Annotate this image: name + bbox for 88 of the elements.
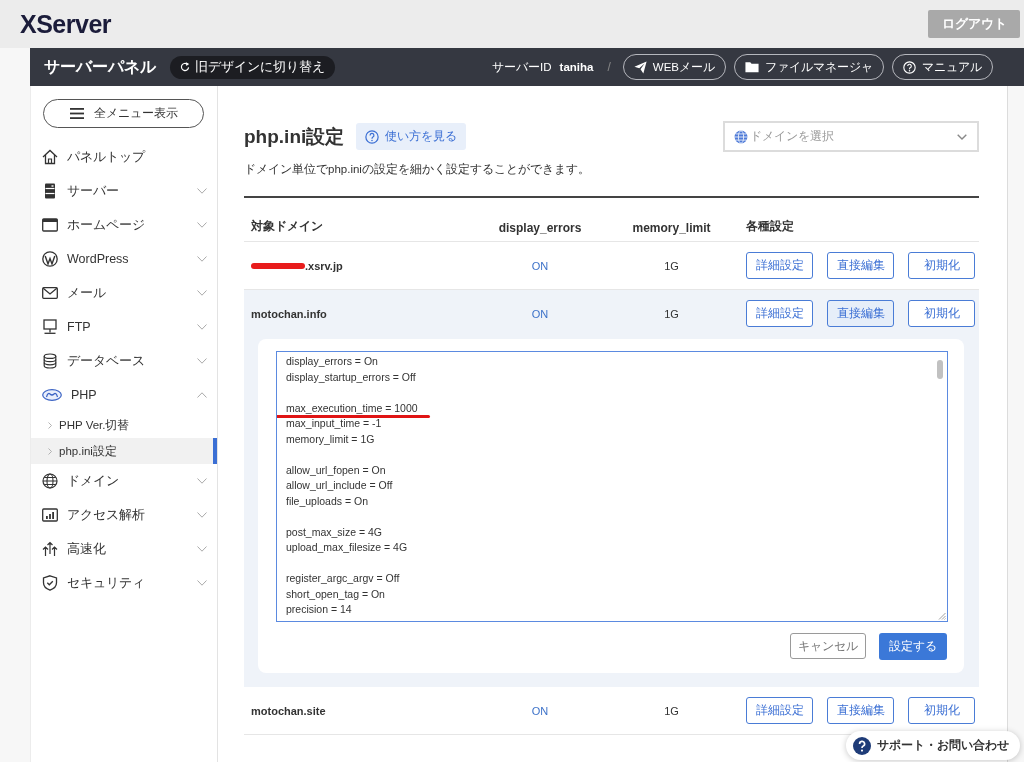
sidebar-item[interactable]: PHP xyxy=(31,378,217,412)
browser-window-icon xyxy=(42,217,58,233)
sidebar-item[interactable]: WordPress xyxy=(31,242,217,276)
server-icon xyxy=(42,183,58,199)
logo-circle-icon xyxy=(42,251,58,267)
chevron-right-icon xyxy=(48,421,52,429)
server-id-value: taniha xyxy=(559,61,594,73)
code-editor-field[interactable] xyxy=(276,351,948,622)
support-button[interactable]: サポート・お問い合わせ xyxy=(846,731,1020,760)
action-button[interactable]: 直接編集 xyxy=(827,252,894,279)
sidebar-item[interactable]: パネルトップ xyxy=(31,140,217,174)
display-errors-value: ON xyxy=(531,704,549,717)
column-header: display_errors xyxy=(498,221,582,235)
column-header: 対象ドメイン xyxy=(251,219,323,233)
globe-icon xyxy=(734,129,748,144)
memory-limit-value: 1G xyxy=(664,259,679,272)
oval-logo-icon xyxy=(42,389,62,401)
bar-chart-icon xyxy=(42,507,58,523)
envelope-icon xyxy=(42,285,58,301)
domain-name: motochan.info xyxy=(251,307,327,320)
display-errors-value: ON xyxy=(531,259,549,272)
folder-icon xyxy=(745,61,759,73)
refresh-icon xyxy=(180,62,190,72)
code-line: max_execution_time = 1000 xyxy=(286,400,418,416)
action-button[interactable]: 初期化 xyxy=(908,300,975,327)
page-description: ドメイン単位でphp.iniの設定を細かく設定することができます。 xyxy=(244,162,591,177)
code-line: display_errors = On xyxy=(286,354,378,369)
help-icon xyxy=(903,60,916,74)
menu-icon xyxy=(69,108,84,119)
sidebar-item[interactable]: FTP xyxy=(31,310,217,344)
database-icon xyxy=(42,353,58,369)
sidebar-item[interactable]: 高速化 xyxy=(31,532,217,566)
help-icon xyxy=(853,736,871,755)
design-switch-button[interactable]: 旧デザインに切り替え xyxy=(170,55,335,79)
sidebar-subitem[interactable]: PHP Ver.切替 xyxy=(31,412,217,438)
home-icon xyxy=(42,149,58,165)
paper-plane-icon xyxy=(633,60,647,74)
globe-icon xyxy=(42,473,58,489)
sidebar-item[interactable]: ドメイン xyxy=(31,464,217,498)
memory-limit-value: 1G xyxy=(664,704,679,717)
panel-title: サーバーパネル xyxy=(44,56,156,77)
code-line: upload_max_filesize = 4G xyxy=(286,540,408,555)
code-line: display_startup_errors = Off xyxy=(286,369,416,385)
action-button[interactable]: 直接編集 xyxy=(827,697,894,724)
resize-grip-icon[interactable] xyxy=(938,612,946,620)
sidebar-subitem[interactable]: php.ini設定 xyxy=(31,438,217,464)
code-line: allow_url_include = Off xyxy=(286,478,393,493)
action-button[interactable]: 詳細設定 xyxy=(746,300,813,327)
monitor-icon xyxy=(42,319,58,335)
server-id-label: サーバーID xyxy=(492,59,552,75)
code-line: register_argc_argv = Off xyxy=(286,571,400,586)
action-button[interactable]: 直接編集 xyxy=(827,300,894,327)
code-line: memory_limit = 1G xyxy=(286,431,375,447)
submit-button[interactable]: 設定する xyxy=(879,633,947,660)
column-header: memory_limit xyxy=(632,221,711,235)
page-title: php.ini設定 xyxy=(244,124,345,149)
display-errors-value: ON xyxy=(531,307,549,320)
sidebar-item[interactable]: データベース xyxy=(31,344,217,378)
action-button[interactable]: 初期化 xyxy=(908,697,975,724)
logo-text: XServer xyxy=(20,9,112,39)
cancel-button[interactable]: キャンセル xyxy=(790,633,866,659)
chevron-down-icon xyxy=(957,133,967,140)
sidebar-item[interactable]: メール xyxy=(31,276,217,310)
all-menu-button[interactable]: 全メニュー表示 xyxy=(43,99,204,128)
scrollbar-thumb[interactable] xyxy=(937,360,943,379)
code-line: allow_url_fopen = On xyxy=(286,462,386,478)
sidebar-item[interactable]: ホームページ xyxy=(31,208,217,242)
sidebar-item[interactable]: サーバー xyxy=(31,174,217,208)
shield-check-icon xyxy=(42,575,58,591)
help-button[interactable]: 使い方を見る xyxy=(356,123,467,150)
action-button[interactable]: 詳細設定 xyxy=(746,252,813,279)
code-line: file_uploads = On xyxy=(286,493,369,509)
code-line: max_input_time = -1 xyxy=(286,416,382,431)
separator-text: / xyxy=(607,60,611,74)
domain-name: motochan.site xyxy=(251,704,326,717)
chevron-right-icon xyxy=(48,447,52,455)
action-button[interactable]: 詳細設定 xyxy=(746,697,813,724)
action-button[interactable]: 初期化 xyxy=(908,252,975,279)
code-line: short_open_tag = On xyxy=(286,586,385,602)
up-arrows-icon xyxy=(42,541,58,557)
domain-name: .xsrv.jp xyxy=(305,259,343,272)
sidebar-item[interactable]: アクセス解析 xyxy=(31,498,217,532)
help-icon xyxy=(365,129,380,144)
column-header: 各種設定 xyxy=(746,219,794,233)
sidebar-item[interactable]: セキュリティ xyxy=(31,566,217,600)
memory-limit-value: 1G xyxy=(664,307,679,320)
code-line: precision = 14 xyxy=(286,602,352,617)
code-line: post_max_size = 4G xyxy=(286,524,382,540)
